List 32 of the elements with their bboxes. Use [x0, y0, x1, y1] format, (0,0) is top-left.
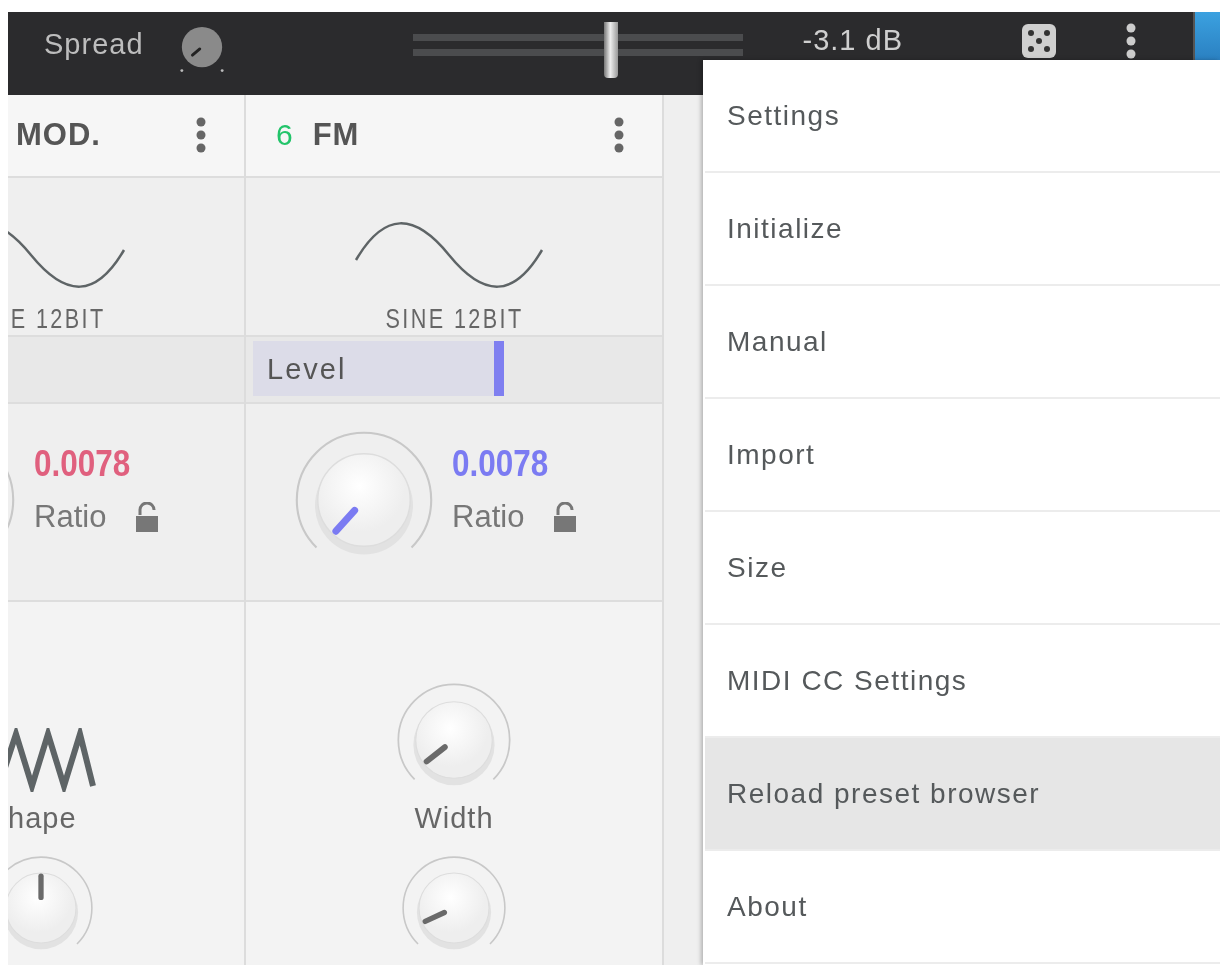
panel-title: MOD. [16, 117, 101, 154]
spread-knob[interactable] [177, 24, 226, 73]
ratio-value: 0.0078 [34, 443, 132, 486]
level-meter-drawing [1193, 12, 1220, 62]
spread-label: Spread [44, 28, 144, 61]
menu-icon[interactable] [613, 117, 625, 154]
level-label: Level [267, 352, 347, 386]
menu-icon[interactable] [1125, 22, 1137, 59]
menu-item[interactable]: Manual [705, 286, 1220, 399]
volume-slider[interactable] [412, 21, 743, 78]
panel-title: FM [312, 117, 360, 154]
control-label: hape [8, 802, 77, 835]
unlocked-padlock-icon[interactable] [136, 502, 159, 533]
waveform-label: SINE 12BIT [385, 303, 524, 335]
control-label: Width [414, 802, 494, 835]
menu-item[interactable]: Initialize [705, 173, 1220, 286]
panel-number: 6 [276, 118, 293, 153]
slider-thumb[interactable] [603, 21, 618, 78]
ratio-label: Ratio [452, 499, 525, 536]
triangle-wave-icon[interactable] [8, 728, 96, 792]
dice-icon[interactable] [1021, 22, 1057, 59]
menu-item[interactable]: Settings [705, 60, 1220, 173]
volume-reading: -3.1 dB [802, 24, 903, 57]
ratio-label: Ratio [34, 499, 107, 536]
menu-item[interactable]: Size [705, 512, 1220, 625]
waveform-label: E 12BIT [11, 303, 106, 335]
menu-item[interactable]: Import [705, 399, 1220, 512]
unlocked-padlock-icon[interactable] [554, 502, 577, 533]
ratio-value: 0.0078 [452, 443, 550, 486]
menu-item[interactable]: Reload preset browser [705, 738, 1220, 851]
menu-icon[interactable] [195, 117, 207, 154]
menu-item[interactable]: About [705, 851, 1220, 964]
